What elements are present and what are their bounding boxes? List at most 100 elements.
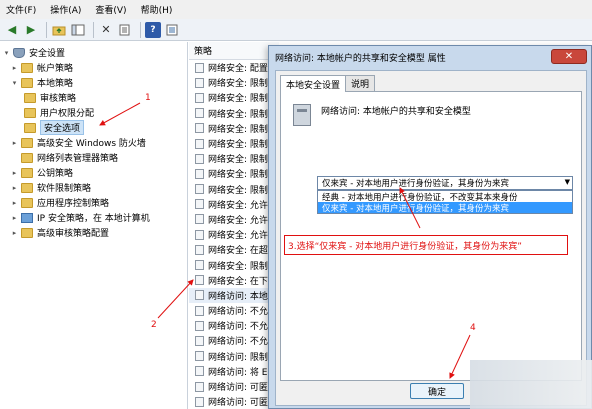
dialog-title: 网络访问: 本地帐户的共享和安全模型 属性 (275, 53, 446, 64)
tree-item-account-policies[interactable]: ▸ 帐户策略 (10, 60, 73, 75)
policy-row[interactable]: 网络安全: 限制 (189, 90, 279, 105)
collapse-icon[interactable]: ▾ (10, 79, 19, 87)
policy-row[interactable]: 网络访问: 限制 (189, 349, 279, 364)
help-icon[interactable]: ? (145, 21, 161, 38)
expand-icon[interactable]: ▸ (10, 139, 19, 147)
policy-row[interactable]: 网络安全: 限制 (189, 136, 279, 151)
tree-item-label: 网络列表管理器策略 (37, 154, 119, 164)
show-hide-tree-icon[interactable] (70, 22, 86, 38)
chevron-down-icon[interactable]: ▼ (565, 178, 570, 186)
tree-item-label: 应用程序控制策略 (37, 199, 110, 209)
policy-row[interactable]: 网络安全: 配置 (189, 60, 279, 75)
tree-item-security-options[interactable]: 安全选项 (24, 120, 85, 135)
expand-icon[interactable]: ▸ (10, 169, 19, 177)
computer-icon (21, 212, 33, 223)
policy-row[interactable]: 网络安全: 在下 (189, 273, 279, 288)
policy-icon (195, 260, 204, 271)
sharing-model-select[interactable]: 仅来宾 - 对本地用户进行身份验证，其身份为来宾 ▼ (317, 176, 573, 190)
policy-row[interactable]: 网络安全: 限制 (189, 151, 279, 166)
menu-file[interactable]: 文件(F) (6, 3, 36, 16)
properties-icon[interactable] (164, 22, 180, 38)
tab-local-security-setting[interactable]: 本地安全设置 (280, 75, 347, 92)
policy-row[interactable]: 网络安全: 限制 (189, 257, 279, 272)
expand-icon[interactable]: ▸ (10, 229, 19, 237)
tree-item-ip-security[interactable]: ▸ IP 安全策略，在 本地计算机 (10, 210, 150, 225)
policy-rows: 网络安全: 配置 网络安全: 限制 网络安全: 限制 网络安全: 限制 网络安全: 限制… (189, 60, 279, 409)
policy-row[interactable]: 网络安全: 限制 (189, 182, 279, 197)
tree-item-software-restriction[interactable]: ▸ 软件限制策略 (10, 180, 91, 195)
column-header-policy[interactable]: 策略 (189, 42, 279, 60)
tree-item-label: IP 安全策略，在 本地计算机 (37, 214, 150, 224)
expand-icon[interactable]: ▸ (10, 64, 19, 72)
menu-help[interactable]: 帮助(H) (141, 3, 173, 16)
sharing-model-dropdown: 经典 - 对本地用户进行身份验证，不改变其本来身份 仅来宾 - 对本地用户进行身… (317, 190, 573, 214)
policy-row-label: 网络安全: 限制 (208, 261, 268, 272)
option-classic[interactable]: 经典 - 对本地用户进行身份验证，不改变其本来身份 (318, 191, 572, 203)
expand-icon[interactable]: ▸ (10, 214, 19, 222)
policy-row[interactable]: 网络安全: 限制 (189, 75, 279, 90)
tree-item-advanced-audit[interactable]: ▸ 高级审核策略配置 (10, 225, 109, 240)
forward-icon[interactable]: ▶ (23, 22, 39, 38)
policy-row[interactable]: 网络访问: 可匿 (189, 394, 279, 409)
policy-row[interactable]: 网络访问: 不允 (189, 318, 279, 333)
tab-explain[interactable]: 说明 (345, 75, 376, 91)
toolbar: ◀ ▶ ✕ ? (0, 19, 592, 41)
export-icon[interactable] (117, 22, 133, 38)
tree-item-audit-policy[interactable]: 审核策略 (24, 90, 76, 105)
policy-row[interactable]: 网络安全: 允许 (189, 227, 279, 242)
collapse-icon[interactable]: ▾ (2, 49, 11, 57)
policy-row-label: 网络访问: 可匿 (208, 383, 268, 394)
policy-row[interactable]: 网络安全: 限制 (189, 166, 279, 181)
tree-item-label: 软件限制策略 (37, 184, 92, 194)
policy-icon (195, 153, 204, 164)
tree-item-label: 本地策略 (37, 79, 74, 89)
policy-icon (195, 199, 204, 210)
tree-item-app-control[interactable]: ▸ 应用程序控制策略 (10, 195, 109, 210)
console-tree: ▾ 安全设置 ▸ 帐户策略 ▾ 本地策略 审核策略 用户权限分配 安全选项 ▸ … (0, 42, 188, 409)
policy-row[interactable]: 网络安全: 允许 (189, 197, 279, 212)
policy-row-label: 网络安全: 限制 (208, 124, 268, 135)
policy-icon (195, 229, 204, 240)
tree-item-local-policies[interactable]: ▾ 本地策略 (10, 75, 73, 90)
policy-row[interactable]: 网络访问: 不允 (189, 303, 279, 318)
up-folder-icon[interactable] (51, 22, 67, 38)
tree-item-user-rights[interactable]: 用户权限分配 (24, 105, 94, 120)
tree-item-security-settings[interactable]: ▾ 安全设置 (2, 45, 65, 60)
folder-icon (24, 92, 36, 103)
policy-row[interactable]: 网络访问: 可匿 (189, 379, 279, 394)
policy-row-label: 网络安全: 在下 (208, 276, 268, 287)
policy-row[interactable]: 网络访问: 将 E (189, 364, 279, 379)
back-icon[interactable]: ◀ (4, 22, 20, 38)
policy-row[interactable]: 网络安全: 限制 (189, 106, 279, 121)
policy-icon (195, 244, 204, 255)
tree-item-network-list-manager[interactable]: 网络列表管理器策略 (10, 150, 118, 165)
tree-item-label: 公钥策略 (37, 169, 74, 179)
policy-row[interactable]: 网络安全: 允许 (189, 212, 279, 227)
policy-icon (195, 214, 204, 225)
ok-button[interactable]: 确定 (410, 383, 464, 399)
close-button[interactable]: ✕ (551, 49, 587, 64)
menu-view[interactable]: 查看(V) (95, 3, 126, 16)
policy-row[interactable]: 网络访问: 不允 (189, 333, 279, 348)
folder-icon (21, 182, 33, 193)
policy-row[interactable]: 网络安全: 在超 (189, 242, 279, 257)
server-icon (293, 104, 311, 126)
tree-item-label: 安全选项 (40, 120, 85, 135)
policy-icon (195, 168, 204, 179)
policy-icon (195, 366, 204, 377)
policy-icon (195, 184, 204, 195)
expand-icon[interactable]: ▸ (10, 199, 19, 207)
policy-row[interactable]: 网络安全: 限制 (189, 121, 279, 136)
delete-icon[interactable]: ✕ (98, 22, 114, 38)
option-guest-only[interactable]: 仅来宾 - 对本地用户进行身份验证，其身份为来宾 (318, 202, 572, 213)
tree-item-public-key[interactable]: ▸ 公钥策略 (10, 165, 73, 180)
folder-icon (21, 227, 33, 238)
policy-row[interactable]: 网络访问: 本地帐 (189, 287, 279, 303)
folder-icon (21, 62, 33, 73)
expand-icon[interactable]: ▸ (10, 184, 19, 192)
policy-icon (195, 108, 204, 119)
policy-icon (195, 335, 204, 346)
policy-row-label: 网络访问: 限制 (208, 352, 268, 363)
tree-item-windows-firewall[interactable]: ▸ 高级安全 Windows 防火墙 (10, 135, 146, 150)
menu-action[interactable]: 操作(A) (50, 3, 81, 16)
